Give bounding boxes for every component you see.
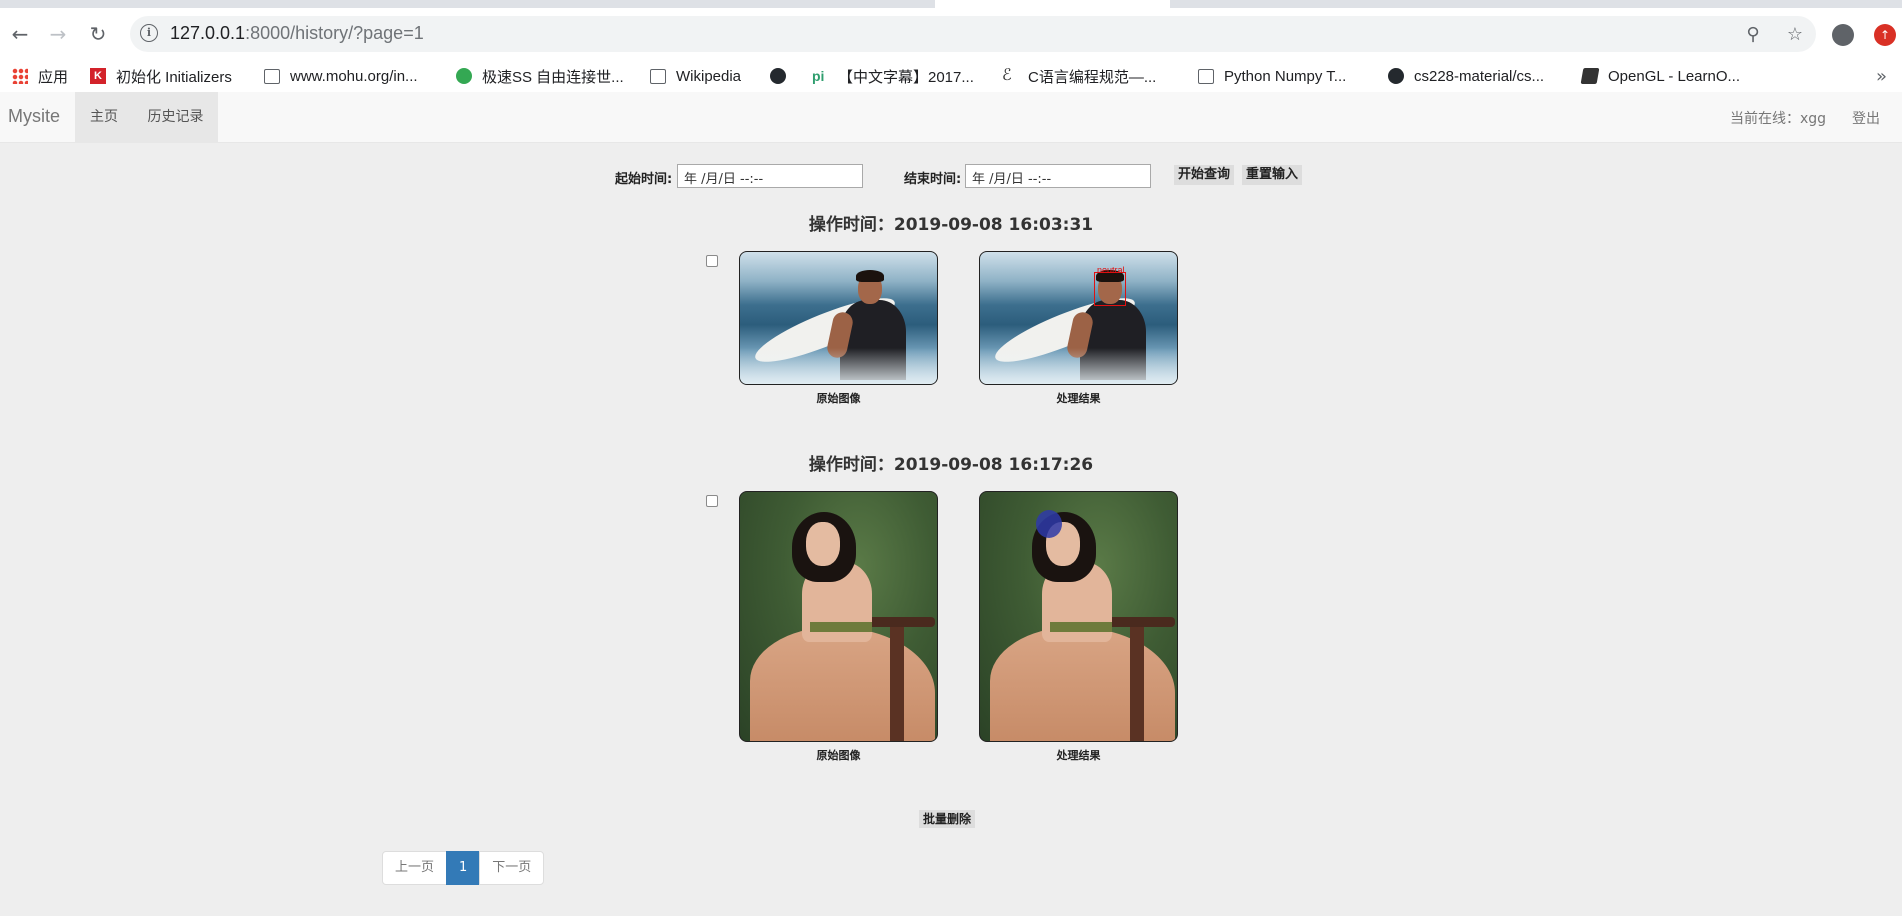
forward-arrow-icon[interactable]: →	[44, 20, 72, 48]
more-bookmarks-icon[interactable]: »	[1876, 66, 1887, 87]
record-title: 操作时间：2019-09-08 16:03:31	[808, 215, 1094, 235]
bookmark-label: 极速SS 自由连接世...	[482, 68, 624, 86]
dress-shape	[750, 627, 935, 741]
table-leg	[1130, 627, 1144, 741]
highlight-overlay	[1036, 510, 1062, 538]
k-logo-icon: K	[90, 68, 106, 84]
site-navbar: Mysite 主页 历史记录 当前在线：xgg 登出	[0, 92, 1902, 143]
bookmark-label: 初始化 Initializers	[116, 68, 232, 86]
pi-logo-icon: pi	[812, 68, 825, 84]
sea-foam	[980, 348, 1177, 384]
bookmark-zhongwen[interactable]: pi 【中文字幕】2017...	[812, 64, 974, 88]
book-icon	[1580, 68, 1600, 84]
url-path: :8000/history/?page=1	[245, 23, 424, 43]
bookmark-initializers[interactable]: K 初始化 Initializers	[90, 64, 232, 88]
start-time-input[interactable]: 年 /月/日 --:--	[677, 164, 863, 188]
browser-chrome: ← → ↻ i 127.0.0.1:8000/history/?page=1 ⚲…	[0, 8, 1902, 93]
bookmark-numpy[interactable]: Python Numpy T...	[1198, 64, 1346, 88]
bookmark-star-icon[interactable]: ☆	[1784, 24, 1806, 46]
figure-hair	[856, 270, 884, 282]
bookmark-cs228[interactable]: cs228-material/cs...	[1388, 64, 1544, 88]
bookmark-mohu[interactable]: www.mohu.org/in...	[264, 64, 418, 88]
record-checkbox[interactable]	[706, 495, 718, 507]
search-button[interactable]: 开始查询	[1174, 165, 1235, 185]
zoom-icon[interactable]: ⚲	[1742, 24, 1764, 46]
prev-page-button[interactable]: 上一页	[382, 851, 448, 885]
nav-history[interactable]: 历史记录	[133, 92, 218, 142]
bookmark-wikipedia[interactable]: Wikipedia	[650, 64, 741, 88]
document-icon	[264, 68, 280, 84]
original-caption: 原始图像	[816, 749, 861, 762]
result-caption: 处理结果	[1056, 392, 1101, 405]
reload-icon[interactable]: ↻	[84, 20, 112, 48]
address-bar[interactable]: i 127.0.0.1:8000/history/?page=1 ⚲ ☆	[130, 16, 1816, 52]
bookmark-label: www.mohu.org/in...	[290, 67, 418, 85]
original-image[interactable]	[739, 251, 938, 385]
document-icon	[1198, 68, 1214, 84]
table-leg	[890, 627, 904, 741]
bookmark-ss[interactable]: 极速SS 自由连接世...	[456, 64, 624, 88]
sea-foam	[740, 348, 937, 384]
bookmark-github[interactable]	[770, 64, 796, 88]
bookmark-label: cs228-material/cs...	[1414, 67, 1545, 85]
browser-tab-strip	[0, 0, 1902, 8]
end-time-input[interactable]: 年 /月/日 --:--	[965, 164, 1151, 188]
document-icon	[650, 68, 666, 84]
emotion-label: neutral	[1097, 265, 1125, 275]
batch-delete-button[interactable]: 批量删除	[919, 810, 976, 828]
record-title: 操作时间：2019-09-08 16:17:26	[808, 455, 1094, 475]
bookmark-label: 【中文字幕】2017...	[838, 68, 974, 86]
github-icon	[1388, 68, 1404, 84]
original-caption: 原始图像	[816, 392, 861, 405]
result-caption: 处理结果	[1056, 749, 1101, 762]
original-image[interactable]	[739, 491, 938, 742]
profile-avatar-icon[interactable]	[1832, 24, 1854, 46]
paper-plane-icon	[456, 68, 472, 84]
start-time-label: 起始时间:	[615, 172, 673, 187]
face-detection-box	[1094, 272, 1126, 306]
bookmark-label: C语言编程规范—...	[1028, 68, 1157, 86]
reset-button[interactable]: 重置输入	[1242, 165, 1303, 185]
logout-link[interactable]: 登出	[1852, 108, 1880, 128]
url-host: 127.0.0.1	[170, 23, 246, 43]
page-number-button[interactable]: 1	[446, 851, 481, 885]
next-page-button[interactable]: 下一页	[479, 851, 545, 885]
belt-shape	[1050, 622, 1112, 632]
bookmark-opengl[interactable]: OpenGL - LearnO...	[1580, 64, 1741, 88]
site-brand[interactable]: Mysite	[8, 106, 60, 127]
site-info-icon[interactable]: i	[140, 24, 158, 42]
bookmark-label: Python Numpy T...	[1224, 67, 1347, 85]
pagination: 上一页 1 下一页	[382, 851, 545, 885]
bookmark-label: OpenGL - LearnO...	[1608, 67, 1741, 85]
bookmark-apps[interactable]: 应用	[12, 64, 68, 88]
apps-grid-icon	[12, 68, 28, 84]
record-checkbox[interactable]	[706, 255, 718, 267]
bookmarks-bar: 应用 K 初始化 Initializers www.mohu.org/in... …	[0, 60, 1902, 92]
nav-home[interactable]: 主页	[75, 92, 133, 142]
bookmark-label: 应用	[38, 68, 69, 86]
dress-shape	[990, 627, 1175, 741]
figure-face	[806, 522, 840, 566]
result-image[interactable]	[979, 491, 1178, 742]
bookmark-c-lang[interactable]: ℰ C语言编程规范—...	[1002, 64, 1156, 88]
end-time-label: 结束时间:	[904, 172, 962, 187]
bookmark-label: Wikipedia	[676, 67, 742, 85]
url-text[interactable]: 127.0.0.1:8000/history/?page=1	[170, 23, 424, 44]
github-icon	[770, 68, 786, 84]
c-logo-icon: ℰ	[1002, 67, 1012, 84]
extension-icon[interactable]: ↑	[1874, 24, 1896, 46]
back-arrow-icon[interactable]: ←	[6, 20, 34, 48]
result-image[interactable]: neutral	[979, 251, 1178, 385]
belt-shape	[810, 622, 872, 632]
online-user: 当前在线：xgg	[1730, 111, 1827, 127]
active-tab[interactable]	[935, 0, 1170, 8]
